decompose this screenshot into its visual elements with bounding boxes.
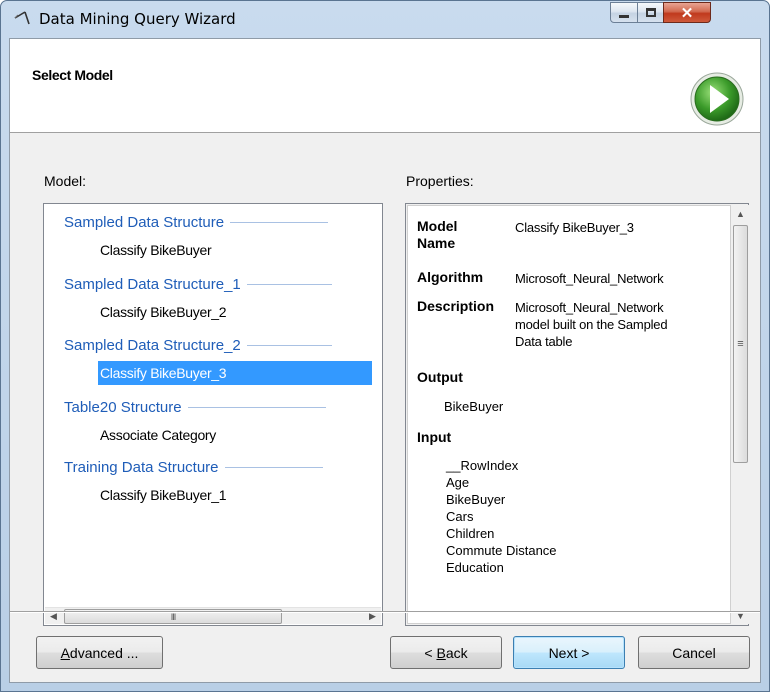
properties-label: Properties: xyxy=(406,173,474,189)
prop-key-model-name: Model Name xyxy=(417,218,458,251)
properties-panel: Model Name Classify BikeBuyer_3 Algorith… xyxy=(405,203,749,626)
maximize-icon xyxy=(645,8,656,17)
close-button[interactable]: ✕ xyxy=(663,2,711,23)
tree-group-header: Sampled Data Structure_2 xyxy=(64,337,332,354)
structure-label: Training Data Structure xyxy=(64,459,219,476)
prop-value-algorithm: Microsoft_Neural_Network xyxy=(515,271,664,286)
mining-pick-icon xyxy=(14,11,30,25)
wizard-header: Select Model xyxy=(10,39,760,133)
scroll-up-icon[interactable]: ▲ xyxy=(732,205,749,222)
structure-label: Table20 Structure xyxy=(64,399,182,416)
list-item[interactable]: Classify BikeBuyer_1 xyxy=(98,483,228,507)
horizontal-scrollbar[interactable]: ◀ III ▶ xyxy=(45,607,381,624)
scroll-thumb[interactable]: ≡ xyxy=(733,225,748,463)
input-section-title: Input xyxy=(417,429,452,445)
input-item: Cars xyxy=(446,509,474,524)
properties-content: Model Name Classify BikeBuyer_3 Algorith… xyxy=(407,205,731,624)
tree-group-header: Sampled Data Structure_1 xyxy=(64,276,332,293)
minimize-button[interactable] xyxy=(610,2,638,23)
input-item: Children xyxy=(446,526,495,541)
model-label: Model: xyxy=(44,173,87,189)
structure-label: Sampled Data Structure xyxy=(64,214,225,231)
next-button[interactable]: Next > xyxy=(513,636,625,669)
wizard-window: Data Mining Query Wizard ✕ Select Model xyxy=(0,0,770,692)
footer-divider xyxy=(10,611,760,613)
list-item[interactable]: Associate Category xyxy=(98,423,218,447)
structure-label: Sampled Data Structure_1 xyxy=(64,276,241,293)
list-item[interactable]: Classify BikeBuyer_2 xyxy=(98,300,228,324)
cancel-button[interactable]: Cancel xyxy=(638,636,750,669)
prop-value-model-name: Classify BikeBuyer_3 xyxy=(515,220,634,235)
page-title: Select Model xyxy=(32,67,113,83)
list-item[interactable]: Classify BikeBuyer xyxy=(98,238,213,262)
input-item: Education xyxy=(446,560,504,575)
input-item: BikeBuyer xyxy=(446,492,506,507)
green-arrow-right-icon xyxy=(690,72,744,126)
window-title: Data Mining Query Wizard xyxy=(39,10,236,28)
back-button[interactable]: < Back xyxy=(390,636,502,669)
output-section-title: Output xyxy=(417,369,463,385)
input-item: Commute Distance xyxy=(446,543,557,558)
input-list: __RowIndex Age BikeBuyer Cars Children C… xyxy=(446,457,557,576)
wizard-client-area: Select Model Model: Properties: Sampled … xyxy=(9,38,761,683)
prop-key-algorithm: Algorithm xyxy=(417,269,484,285)
model-list[interactable]: Sampled Data Structure Classify BikeBuye… xyxy=(43,203,383,626)
tree-group-header: Table20 Structure xyxy=(64,399,326,416)
tree-group-header: Sampled Data Structure xyxy=(64,214,329,231)
scroll-down-icon[interactable]: ▼ xyxy=(732,607,749,624)
maximize-button[interactable] xyxy=(637,2,664,23)
advanced-button[interactable]: Advanced ... xyxy=(36,636,163,669)
minimize-icon xyxy=(619,15,629,18)
list-item-selected[interactable]: Classify BikeBuyer_3 xyxy=(98,361,372,385)
input-item: Age xyxy=(446,475,470,490)
structure-label: Sampled Data Structure_2 xyxy=(64,337,241,354)
vertical-scrollbar[interactable]: ▲ ≡ ▼ xyxy=(732,205,749,624)
prop-key-description: Description xyxy=(417,298,495,314)
input-item: __RowIndex xyxy=(446,458,519,473)
tree-group-header: Training Data Structure xyxy=(64,459,323,476)
output-item: BikeBuyer xyxy=(444,399,504,414)
prop-value-description: Microsoft_Neural_Network model built on … xyxy=(515,300,668,349)
title-bar[interactable]: Data Mining Query Wizard ✕ xyxy=(1,1,769,35)
close-icon: ✕ xyxy=(680,4,694,22)
